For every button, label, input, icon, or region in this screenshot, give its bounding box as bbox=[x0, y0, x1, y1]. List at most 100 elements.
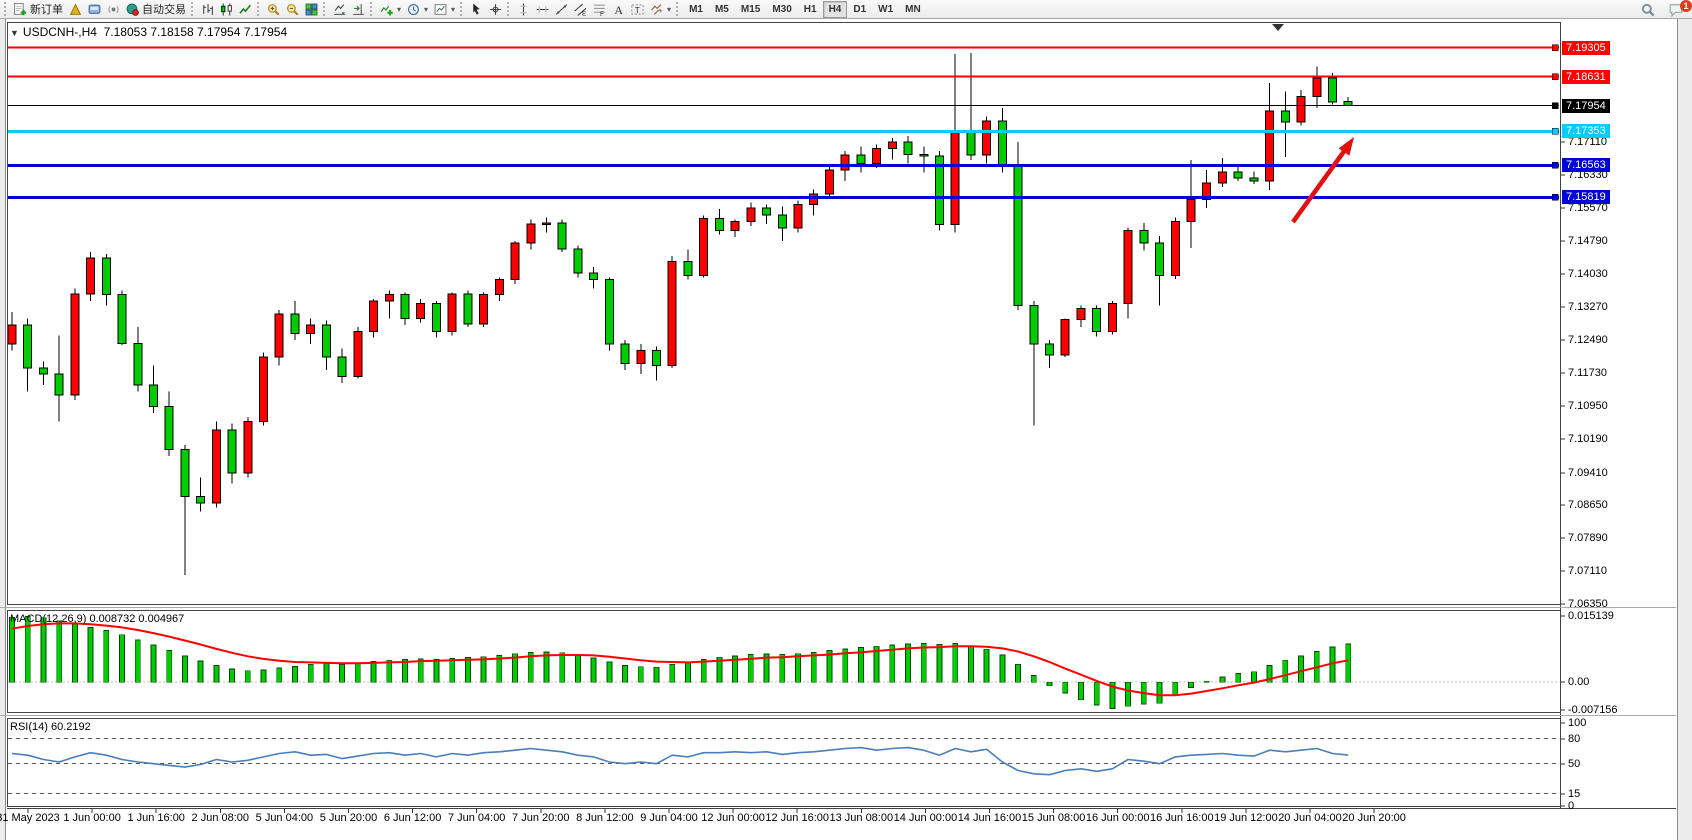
rsi-indicator-label: RSI(14) 60.2192 bbox=[10, 721, 91, 733]
candle bbox=[1171, 222, 1179, 276]
panel-frames bbox=[0, 22, 1676, 809]
candle bbox=[1077, 308, 1085, 319]
chart-canvas[interactable] bbox=[0, 0, 1692, 840]
rsi-tick: 0 bbox=[1568, 800, 1574, 812]
candle bbox=[747, 208, 755, 222]
macd-panel bbox=[7, 616, 1560, 708]
price-badge: 7.15819 bbox=[1562, 190, 1610, 204]
price-tick: 7.09410 bbox=[1568, 467, 1608, 479]
candle bbox=[967, 131, 975, 155]
candle bbox=[212, 430, 220, 503]
time-label: 13 Jun 08:00 bbox=[829, 812, 893, 824]
candle bbox=[904, 142, 912, 155]
price-tick: 7.07890 bbox=[1568, 532, 1608, 544]
macd-indicator-label: MACD(12,26,9) 0.008732 0.004967 bbox=[10, 613, 184, 625]
candle bbox=[322, 325, 330, 357]
candle bbox=[1313, 78, 1321, 97]
candle bbox=[1156, 243, 1164, 275]
candle bbox=[637, 351, 645, 364]
candle bbox=[448, 294, 456, 331]
candle bbox=[920, 155, 928, 157]
candle bbox=[118, 295, 126, 344]
level-anchor bbox=[1552, 45, 1558, 51]
candle bbox=[778, 215, 786, 228]
time-label: 14 Jun 16:00 bbox=[958, 812, 1022, 824]
candle bbox=[983, 121, 991, 155]
time-label: 6 Jun 12:00 bbox=[384, 812, 442, 824]
candle bbox=[1328, 78, 1336, 102]
candle bbox=[87, 258, 95, 294]
candle bbox=[1297, 97, 1305, 122]
price-tick: 7.14790 bbox=[1568, 235, 1608, 247]
time-label: 7 Jun 04:00 bbox=[448, 812, 506, 824]
macd-tick: 0.00 bbox=[1568, 676, 1589, 688]
time-label: 8 Jun 12:00 bbox=[576, 812, 634, 824]
price-tick: 7.06350 bbox=[1568, 598, 1608, 610]
candle bbox=[181, 449, 189, 496]
trend-arrow[interactable] bbox=[1293, 137, 1354, 222]
time-label: 16 Jun 00:00 bbox=[1086, 812, 1150, 824]
candle bbox=[574, 249, 582, 273]
candle bbox=[1061, 320, 1069, 355]
candle bbox=[731, 222, 739, 231]
candle bbox=[24, 325, 32, 368]
level-anchor bbox=[1552, 103, 1558, 109]
candle bbox=[197, 497, 205, 503]
price-badge: 7.16563 bbox=[1562, 158, 1610, 172]
price-tick: 7.08650 bbox=[1568, 499, 1608, 511]
price-tick: 7.07110 bbox=[1568, 565, 1607, 577]
candle bbox=[370, 301, 378, 331]
candle bbox=[998, 121, 1006, 166]
candle bbox=[1108, 303, 1116, 331]
candle bbox=[102, 258, 110, 295]
macd-tick: 0.015139 bbox=[1568, 610, 1614, 622]
candle bbox=[1187, 199, 1195, 221]
candle bbox=[951, 131, 959, 225]
candle bbox=[354, 331, 362, 376]
time-label: 5 Jun 04:00 bbox=[256, 812, 314, 824]
time-label: 20 Jun 04:00 bbox=[1278, 812, 1342, 824]
candle bbox=[888, 142, 896, 149]
price-tick: 7.10950 bbox=[1568, 400, 1608, 412]
candle bbox=[558, 223, 566, 249]
candle bbox=[244, 421, 252, 473]
time-label: 31 May 2023 bbox=[0, 812, 60, 824]
candle bbox=[307, 325, 315, 334]
candle bbox=[1124, 230, 1132, 303]
time-label: 1 Jun 16:00 bbox=[127, 812, 185, 824]
candle bbox=[1281, 111, 1289, 122]
candle bbox=[621, 344, 629, 363]
candle bbox=[668, 262, 676, 366]
collapse-arrow-icon[interactable]: ▼ bbox=[10, 28, 19, 38]
rsi-line bbox=[12, 748, 1348, 775]
level-anchor bbox=[1552, 74, 1558, 80]
rsi-tick: 100 bbox=[1568, 717, 1586, 729]
candle bbox=[71, 294, 79, 395]
candle bbox=[1218, 172, 1226, 183]
candle bbox=[794, 205, 802, 229]
rsi-tick: 50 bbox=[1568, 758, 1580, 770]
candle bbox=[149, 385, 157, 406]
candle bbox=[1344, 101, 1352, 105]
time-label: 7 Jun 20:00 bbox=[512, 812, 570, 824]
time-label: 19 Jun 12:00 bbox=[1214, 812, 1278, 824]
price-tick: 7.13270 bbox=[1568, 301, 1608, 313]
chart-shift-marker[interactable] bbox=[1272, 24, 1284, 31]
candle bbox=[134, 344, 142, 385]
candle bbox=[8, 325, 16, 344]
candle bbox=[873, 149, 881, 164]
candle bbox=[385, 295, 393, 301]
candle bbox=[825, 170, 833, 194]
candle bbox=[511, 243, 519, 280]
candle bbox=[55, 374, 63, 395]
candle bbox=[275, 314, 283, 357]
candle bbox=[165, 406, 173, 449]
rsi-tick: 80 bbox=[1568, 733, 1580, 745]
candle bbox=[1030, 305, 1038, 344]
mt4-application: 新订单自动交易▾▾▾EFAT▾M1M5M15M30H1H4D1W1MN1 ▼US… bbox=[0, 0, 1692, 840]
candle bbox=[1140, 230, 1148, 243]
candle bbox=[228, 430, 236, 473]
time-label: 1 Jun 00:00 bbox=[63, 812, 121, 824]
time-label: 2 Jun 08:00 bbox=[192, 812, 250, 824]
price-tick: 7.12490 bbox=[1568, 334, 1608, 346]
